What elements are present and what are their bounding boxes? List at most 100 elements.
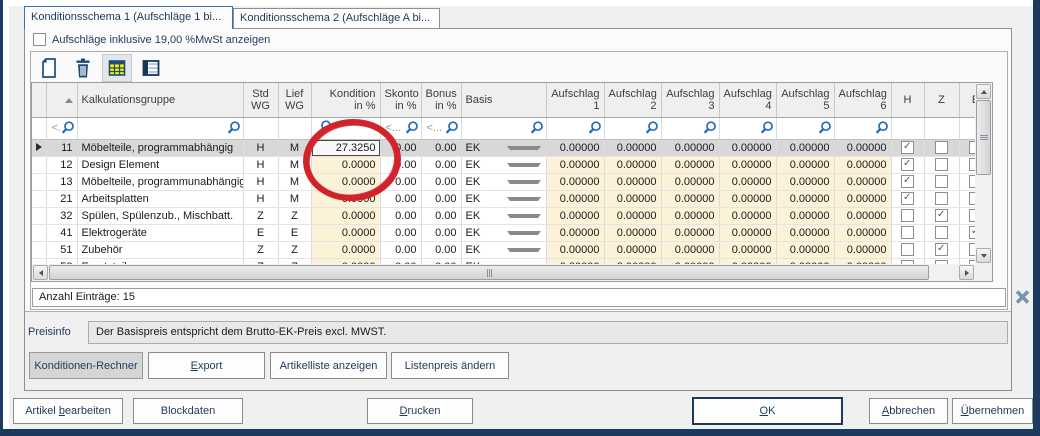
cell-num[interactable]: 51 [46, 241, 78, 259]
grid-row-13[interactable]: 13 Möbelteile, programmunabhängig H M 0.0000… [32, 173, 992, 191]
cell-std_wg[interactable]: H [243, 156, 279, 174]
search-icon[interactable] [874, 120, 889, 136]
cell-lief_wg[interactable]: E [278, 224, 312, 242]
cell-auf_3[interactable]: 0.00000 [719, 190, 777, 208]
cell-bonus[interactable]: 0.00 [421, 190, 462, 208]
search-icon[interactable] [404, 120, 419, 136]
abbrechen-button[interactable]: Abbrechen [869, 398, 948, 424]
cell-num[interactable]: 13 [46, 173, 78, 191]
cell-auf_2[interactable]: 0.00000 [661, 156, 720, 174]
cell-num[interactable]: 21 [46, 190, 78, 208]
column-header-auf_2[interactable]: Aufschlag 3 [661, 83, 720, 118]
cell-basis[interactable]: EK [461, 190, 547, 208]
cell-num[interactable]: 32 [46, 207, 78, 225]
filter-cell-num[interactable]: <... [46, 117, 78, 140]
checkbox-h[interactable] [901, 209, 914, 222]
cell-auf_1[interactable]: 0.00000 [604, 173, 662, 191]
checkbox-h[interactable] [901, 243, 914, 256]
cell-bonus[interactable]: 0.00 [421, 207, 462, 225]
filter-cell-auf_3[interactable] [719, 117, 777, 140]
cell-z[interactable] [924, 173, 960, 191]
cell-auf_4[interactable]: 0.00000 [776, 139, 835, 157]
column-header-name[interactable]: Kalkulationsgruppe [77, 83, 244, 118]
filter-cell-bonus[interactable]: <... [421, 117, 462, 140]
filter-cell-z[interactable] [924, 117, 960, 140]
cell-auf_5[interactable]: 0.00000 [834, 156, 892, 174]
cell-basis[interactable]: EK [461, 156, 547, 174]
checkbox-z[interactable] [935, 192, 948, 205]
column-header-bonus[interactable]: Bonus in % [421, 83, 462, 118]
cell-skonto[interactable]: 0.00 [380, 241, 422, 259]
cell-auf_5[interactable]: 0.00000 [834, 139, 892, 157]
cell-z[interactable] [924, 139, 960, 157]
cell-std_wg[interactable]: E [243, 224, 279, 242]
dropdown-arrow-icon[interactable] [507, 196, 541, 201]
dropdown-arrow-icon[interactable] [507, 230, 541, 235]
new-row-button[interactable] [34, 54, 64, 82]
table-view-button[interactable] [136, 54, 166, 82]
cell-skonto[interactable]: 0.00 [380, 190, 422, 208]
cell-skonto[interactable]: 0.00 [380, 224, 422, 242]
cell-name[interactable]: Elektrogeräte [77, 224, 244, 242]
cell-skonto[interactable]: 0.00 [380, 207, 422, 225]
cell-auf_5[interactable]: 0.00000 [834, 190, 892, 208]
cell-basis[interactable]: EK [461, 207, 547, 225]
search-icon[interactable] [444, 120, 459, 136]
cell-auf_3[interactable]: 0.00000 [719, 156, 777, 174]
cell-kondition[interactable]: 27.3250 [311, 139, 381, 157]
cell-lief_wg[interactable]: Z [278, 207, 312, 225]
artikelliste-anzeigen-button[interactable]: Artikelliste anzeigen [270, 352, 387, 379]
filter-cell-basis[interactable] [461, 117, 547, 140]
search-icon[interactable] [817, 120, 832, 136]
vertical-scrollbar[interactable] [975, 83, 992, 264]
cell-lief_wg[interactable]: M [278, 173, 312, 191]
cell-name[interactable]: Arbeitsplatten [77, 190, 244, 208]
cell-auf_0[interactable]: 0.00000 [546, 241, 605, 259]
cell-basis[interactable]: EK [461, 241, 547, 259]
grid-row-32[interactable]: 32 Spülen, Spülenzub., Mischbatt. Z Z 0.0000… [32, 207, 992, 225]
cell-z[interactable] [924, 224, 960, 242]
vertical-scroll-thumb[interactable] [976, 100, 991, 175]
grid-row-41[interactable]: 41 Elektrogeräte E E 0.0000 0.00 0.00 EK 0.00000… [32, 224, 992, 242]
filter-cell-lief_wg[interactable] [278, 117, 312, 140]
cell-auf_2[interactable]: 0.00000 [661, 139, 720, 157]
checkbox-z[interactable]: ✓ [935, 243, 948, 256]
cell-auf_2[interactable]: 0.00000 [661, 241, 720, 259]
cell-auf_1[interactable]: 0.00000 [604, 207, 662, 225]
cell-skonto[interactable]: 0.00 [380, 173, 422, 191]
cell-name[interactable]: Zubehör [77, 241, 244, 259]
filter-cell-name[interactable] [77, 117, 244, 140]
column-header-basis[interactable]: Basis [461, 83, 547, 118]
cell-num[interactable]: 41 [46, 224, 78, 242]
cell-h[interactable]: ✓ [891, 156, 925, 174]
cell-num[interactable]: 12 [46, 156, 78, 174]
export-button[interactable]: Export [148, 352, 265, 379]
search-icon[interactable] [702, 120, 717, 136]
column-header-auf_3[interactable]: Aufschlag 4 [719, 83, 777, 118]
cell-auf_5[interactable]: 0.00000 [834, 224, 892, 242]
cell-lief_wg[interactable]: M [278, 139, 312, 157]
cell-z[interactable]: ✓ [924, 207, 960, 225]
column-header-h[interactable]: H [891, 83, 925, 118]
cell-auf_2[interactable]: 0.00000 [661, 224, 720, 242]
cell-lief_wg[interactable]: M [278, 156, 312, 174]
checkbox-h[interactable]: ✓ [901, 175, 914, 188]
filter-cell-auf_0[interactable] [546, 117, 605, 140]
cell-name[interactable]: Design Element [77, 156, 244, 174]
filter-cell-skonto[interactable]: <... [380, 117, 422, 140]
cell-basis[interactable]: EK [461, 173, 547, 191]
cell-h[interactable] [891, 224, 925, 242]
filter-cell-auf_1[interactable] [604, 117, 662, 140]
cell-kondition[interactable]: 0.0000 [311, 241, 381, 259]
cell-auf_0[interactable]: 0.00000 [546, 190, 605, 208]
cell-std_wg[interactable]: H [243, 173, 279, 191]
delete-row-button[interactable] [68, 54, 98, 82]
grid-row-12[interactable]: 12 Design Element H M 0.0000 0.00 0.00 EK 0.0000… [32, 156, 992, 174]
cell-auf_4[interactable]: 0.00000 [776, 224, 835, 242]
search-icon[interactable] [644, 120, 659, 136]
uebernehmen-button[interactable]: Übernehmen [952, 398, 1033, 424]
column-header-std_wg[interactable]: Std WG [243, 83, 279, 118]
filter-cell-indicator[interactable] [32, 117, 47, 140]
search-icon[interactable] [759, 120, 774, 136]
cell-auf_4[interactable]: 0.00000 [776, 207, 835, 225]
